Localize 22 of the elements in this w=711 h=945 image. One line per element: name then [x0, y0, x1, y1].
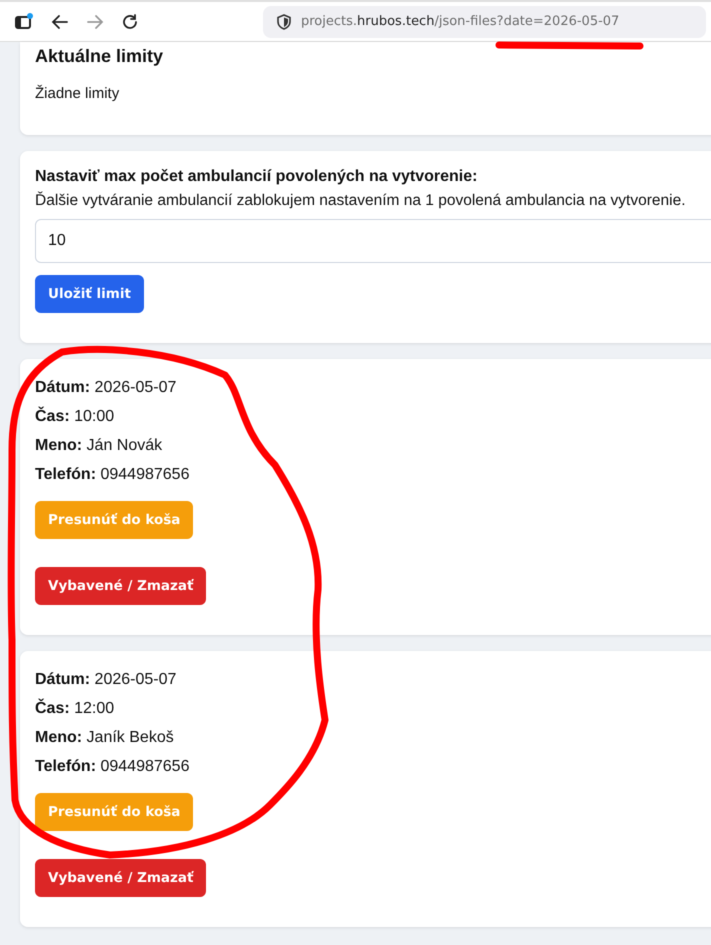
- limit-input[interactable]: 10: [35, 219, 711, 263]
- save-limit-button[interactable]: Uložiť limit: [35, 275, 144, 313]
- booking-detail: Čas: 10:00: [35, 406, 116, 427]
- card-title: Aktuálne limity: [35, 46, 164, 67]
- address-bar[interactable]: projects.hrubos.tech/json-files?date=2026-05-07: [263, 6, 706, 38]
- booking-detail: Telefón: 0944987656: [35, 465, 190, 485]
- booking-detail: Dátum: 2026-05-07: [35, 378, 178, 398]
- booking-detail: Telefón: 0944987656: [35, 757, 190, 777]
- delete-button[interactable]: Vybavené / Zmazať: [35, 859, 206, 897]
- booking-detail: Čas: 12:00: [35, 698, 116, 719]
- form-label: Nastaviť max počet ambulancií povolených na vytvorenie:: [35, 168, 478, 186]
- delete-button[interactable]: Vybavené / Zmazať: [35, 567, 206, 605]
- form-hint: Ďalšie vytváranie ambulancií zablokujem nastavením na 1 povolená ambulancia na vytvorenie.: [35, 192, 687, 210]
- booking-detail: Meno: Janík Bekoš: [35, 728, 175, 748]
- shield-icon[interactable]: [277, 14, 291, 30]
- sidebar-icon[interactable]: [14, 12, 34, 30]
- booking-detail: Meno: Ján Novák: [35, 436, 164, 456]
- card-text: Žiadne limity: [35, 85, 120, 102]
- reload-icon[interactable]: [121, 12, 139, 30]
- booking-detail: Dátum: 2026-05-07: [35, 670, 178, 690]
- url-text: projects.hrubos.tech/json-files?date=2026-05-07: [301, 14, 620, 29]
- back-icon[interactable]: [51, 14, 69, 30]
